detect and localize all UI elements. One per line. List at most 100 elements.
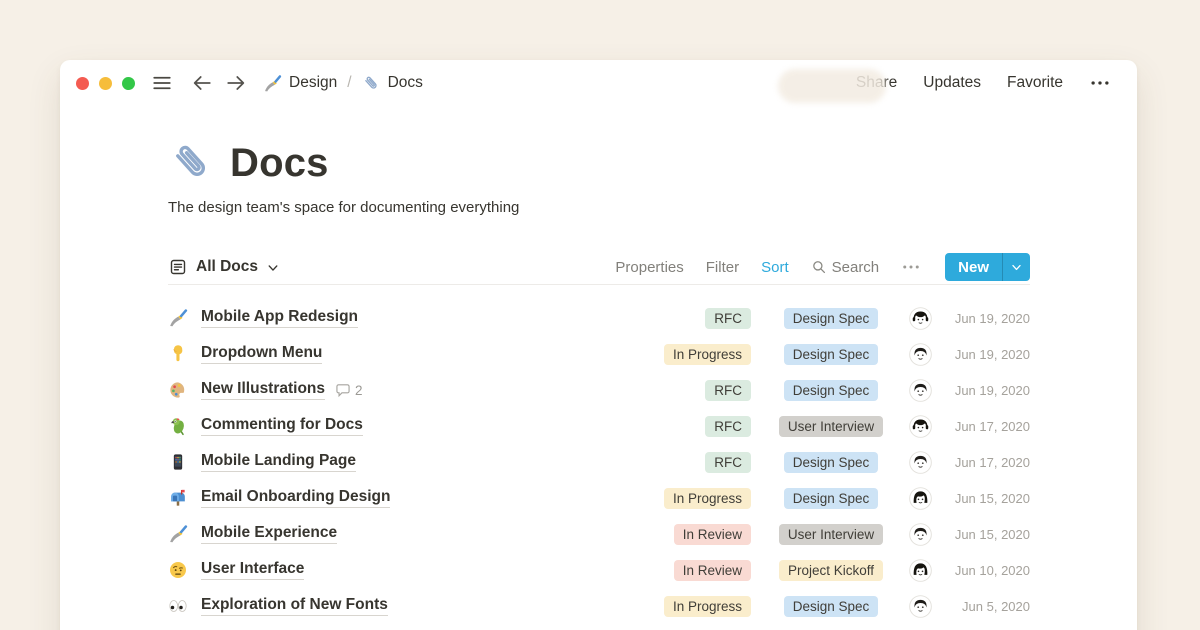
page-content: Docs The design team's space for documen… xyxy=(60,139,1137,624)
edited-date: Jun 10, 2020 xyxy=(948,563,1030,578)
doc-title-link[interactable]: Dropdown Menu xyxy=(201,344,322,364)
eyes-icon xyxy=(168,596,188,616)
doc-type-tag[interactable]: Design Spec xyxy=(784,380,879,401)
breadcrumb-item-docs[interactable]: Docs xyxy=(362,74,423,93)
filter-button[interactable]: Filter xyxy=(706,259,739,276)
edited-date: Jun 15, 2020 xyxy=(948,527,1030,542)
doc-type-tag[interactable]: Design Spec xyxy=(784,452,879,473)
doc-title-link[interactable]: Email Onboarding Design xyxy=(201,488,390,508)
doc-type-tag[interactable]: Design Spec xyxy=(784,344,879,365)
doc-type-tag[interactable]: Design Spec xyxy=(784,488,879,509)
man-avatar[interactable] xyxy=(909,595,932,618)
docs-table: Mobile App Redesign RFC Design Spec Jun … xyxy=(168,300,1030,624)
doc-title-link[interactable]: User Interface xyxy=(201,560,304,580)
new-button[interactable]: New xyxy=(945,253,1030,281)
doc-title-link[interactable]: Mobile Landing Page xyxy=(201,452,356,472)
woman-headphones-avatar[interactable] xyxy=(909,415,932,438)
more-options-icon[interactable] xyxy=(1089,72,1111,94)
doc-type-tag[interactable]: User Interview xyxy=(779,524,883,545)
status-tag[interactable]: RFC xyxy=(705,308,751,329)
paperclip-icon xyxy=(168,139,216,187)
breadcrumb-item-design[interactable]: Design xyxy=(263,74,337,93)
app-window: Design / Docs Share Updates Favorite Doc… xyxy=(60,60,1137,630)
minimize-window-button[interactable] xyxy=(99,77,112,90)
doc-title-link[interactable]: New Illustrations xyxy=(201,380,325,400)
comment-count: 2 xyxy=(355,383,363,398)
back-arrow-icon[interactable] xyxy=(191,72,213,94)
edited-date: Jun 19, 2020 xyxy=(948,311,1030,326)
comment-count-badge[interactable]: 2 xyxy=(335,382,363,398)
history-navigation xyxy=(191,72,247,94)
new-button-label[interactable]: New xyxy=(945,253,1002,281)
doc-title-link[interactable]: Mobile App Redesign xyxy=(201,308,358,328)
edited-date: Jun 19, 2020 xyxy=(948,383,1030,398)
doc-type-tag[interactable]: User Interview xyxy=(779,416,883,437)
status-tag[interactable]: In Review xyxy=(674,560,751,581)
doc-type-tag[interactable]: Project Kickoff xyxy=(779,560,883,581)
edited-date: Jun 17, 2020 xyxy=(948,419,1030,434)
toolbar-more-icon[interactable] xyxy=(901,257,921,277)
page-subtitle: The design team's space for documenting … xyxy=(168,199,1030,216)
paintbrush-icon xyxy=(263,74,282,93)
man-avatar[interactable] xyxy=(909,523,932,546)
table-row: New Illustrations 2 RFC Design Spec Jun … xyxy=(168,372,1030,408)
paperclip-icon xyxy=(362,74,381,93)
status-tag[interactable]: RFC xyxy=(705,452,751,473)
window-topbar: Design / Docs Share Updates Favorite xyxy=(60,60,1137,106)
table-row: Commenting for Docs RFC User Interview J… xyxy=(168,408,1030,444)
window-controls xyxy=(76,77,135,90)
palette-icon xyxy=(168,380,188,400)
breadcrumb-label: Docs xyxy=(388,74,423,92)
doc-type-tag[interactable]: Design Spec xyxy=(784,308,879,329)
forward-arrow-icon[interactable] xyxy=(225,72,247,94)
view-selector-label: All Docs xyxy=(196,258,258,276)
close-window-button[interactable] xyxy=(76,77,89,90)
doc-title-link[interactable]: Exploration of New Fonts xyxy=(201,596,388,616)
zoom-window-button[interactable] xyxy=(122,77,135,90)
man-avatar[interactable] xyxy=(909,343,932,366)
breadcrumb-label: Design xyxy=(289,74,337,92)
status-tag[interactable]: In Review xyxy=(674,524,751,545)
woman-headphones-avatar[interactable] xyxy=(909,307,932,330)
sort-button[interactable]: Sort xyxy=(761,259,789,276)
status-tag[interactable]: In Progress xyxy=(664,596,751,617)
search-button[interactable]: Search xyxy=(811,259,880,276)
table-row: Mobile Experience In Review User Intervi… xyxy=(168,516,1030,552)
status-tag[interactable]: RFC xyxy=(705,380,751,401)
table-row: User Interface In Review Project Kickoff… xyxy=(168,552,1030,588)
chevron-down-icon[interactable] xyxy=(1003,253,1030,281)
edited-date: Jun 19, 2020 xyxy=(948,347,1030,362)
view-selector-dropdown[interactable]: All Docs xyxy=(168,257,280,277)
search-label: Search xyxy=(832,259,880,276)
doc-title-link[interactable]: Mobile Experience xyxy=(201,524,337,544)
mobile-icon xyxy=(168,452,188,472)
updates-button[interactable]: Updates xyxy=(923,74,981,92)
table-row: Mobile App Redesign RFC Design Spec Jun … xyxy=(168,300,1030,336)
man-avatar[interactable] xyxy=(909,451,932,474)
eyebrow-face-icon xyxy=(168,560,188,580)
doc-type-tag[interactable]: Design Spec xyxy=(784,596,879,617)
table-row: Mobile Landing Page RFC Design Spec Jun … xyxy=(168,444,1030,480)
paintbrush-icon xyxy=(168,308,188,328)
point-down-icon xyxy=(168,344,188,364)
page-title: Docs xyxy=(230,141,329,186)
man-avatar[interactable] xyxy=(909,379,932,402)
edited-date: Jun 5, 2020 xyxy=(948,599,1030,614)
woman-avatar[interactable] xyxy=(909,559,932,582)
view-toolbar: All Docs Properties Filter Sort Search N… xyxy=(168,250,1030,285)
search-icon xyxy=(811,259,827,275)
edited-date: Jun 17, 2020 xyxy=(948,455,1030,470)
favorite-button[interactable]: Favorite xyxy=(1007,74,1063,92)
status-tag[interactable]: In Progress xyxy=(664,488,751,509)
woman-avatar[interactable] xyxy=(909,487,932,510)
status-tag[interactable]: In Progress xyxy=(664,344,751,365)
status-tag[interactable]: RFC xyxy=(705,416,751,437)
breadcrumb: Design / Docs xyxy=(263,74,423,93)
table-row: Email Onboarding Design In Progress Desi… xyxy=(168,480,1030,516)
page-header: Docs The design team's space for documen… xyxy=(168,139,1030,216)
doc-title-link[interactable]: Commenting for Docs xyxy=(201,416,363,436)
hamburger-menu-icon[interactable] xyxy=(151,72,173,94)
paintbrush-icon xyxy=(168,524,188,544)
properties-button[interactable]: Properties xyxy=(615,259,683,276)
mailbox-icon xyxy=(168,488,188,508)
